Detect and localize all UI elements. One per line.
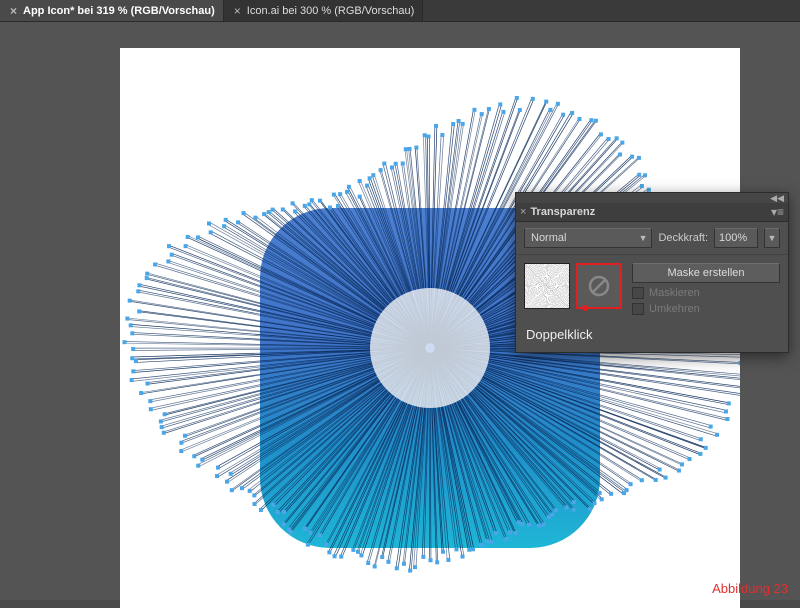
panel-title: Transparenz bbox=[530, 206, 771, 218]
create-mask-button[interactable]: Maske erstellen bbox=[632, 263, 780, 283]
mask-checkbox-row: Maskieren bbox=[632, 287, 780, 299]
figure-label: Abbildung 23 bbox=[712, 581, 788, 596]
invert-checkbox-row: Umkehren bbox=[632, 303, 780, 315]
panel-header: × Transparenz ▾≡ bbox=[516, 203, 788, 222]
close-icon[interactable]: × bbox=[520, 206, 526, 218]
blend-mode-dropdown[interactable]: Normal ▼ bbox=[524, 228, 652, 248]
panel-collapse-bar[interactable]: ◀◀ bbox=[516, 193, 788, 203]
document-tab[interactable]: × Icon.ai bei 300 % (RGB/Vorschau) bbox=[224, 0, 424, 21]
tab-close-icon[interactable]: × bbox=[234, 4, 241, 18]
invert-checkbox-label: Umkehren bbox=[649, 303, 700, 315]
panel-mask-row: Maske erstellen Maskieren Umkehren bbox=[516, 255, 788, 323]
document-tab-active[interactable]: × App Icon* bei 319 % (RGB/Vorschau) bbox=[0, 0, 224, 21]
mask-checkbox[interactable] bbox=[632, 287, 644, 299]
annotation-dot-icon bbox=[582, 305, 588, 311]
no-mask-icon bbox=[587, 274, 611, 298]
mask-checkbox-label: Maskieren bbox=[649, 287, 700, 299]
transparency-panel[interactable]: ◀◀ × Transparenz ▾≡ Normal ▼ Deckkraft: … bbox=[515, 192, 789, 353]
blend-mode-value: Normal bbox=[531, 232, 566, 244]
panel-blend-row: Normal ▼ Deckkraft: 100% ▼ bbox=[516, 222, 788, 255]
tab-close-icon[interactable]: × bbox=[10, 4, 17, 18]
tab-label: App Icon* bei 319 % (RGB/Vorschau) bbox=[23, 5, 215, 17]
opacity-value: 100% bbox=[719, 232, 747, 244]
chevron-left-icon[interactable]: ◀◀ bbox=[770, 193, 784, 204]
mask-thumbnail[interactable] bbox=[576, 263, 622, 309]
opacity-input[interactable]: 100% bbox=[714, 228, 758, 248]
annotation-caption: Doppelklick bbox=[516, 323, 788, 352]
tab-label: Icon.ai bei 300 % (RGB/Vorschau) bbox=[247, 5, 415, 17]
object-thumbnail[interactable] bbox=[524, 263, 570, 309]
document-tab-bar: × App Icon* bei 319 % (RGB/Vorschau) × I… bbox=[0, 0, 800, 22]
chevron-down-icon: ▼ bbox=[639, 233, 648, 243]
create-mask-label: Maske erstellen bbox=[667, 267, 744, 279]
panel-menu-icon[interactable]: ▾≡ bbox=[771, 205, 784, 219]
opacity-label: Deckkraft: bbox=[658, 232, 708, 244]
invert-checkbox[interactable] bbox=[632, 303, 644, 315]
opacity-stepper[interactable]: ▼ bbox=[764, 228, 780, 248]
